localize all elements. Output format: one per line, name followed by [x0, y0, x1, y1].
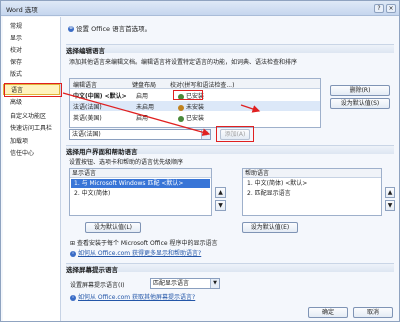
annotation-arrow [62, 92, 211, 136]
annotation-arrows [62, 92, 261, 136]
annotation-arrow [240, 104, 261, 113]
options-dialog: Word 选项 ? × 常规 显示 校对 保存 版式 语言 高级 自定义功能区 … [0, 0, 400, 322]
